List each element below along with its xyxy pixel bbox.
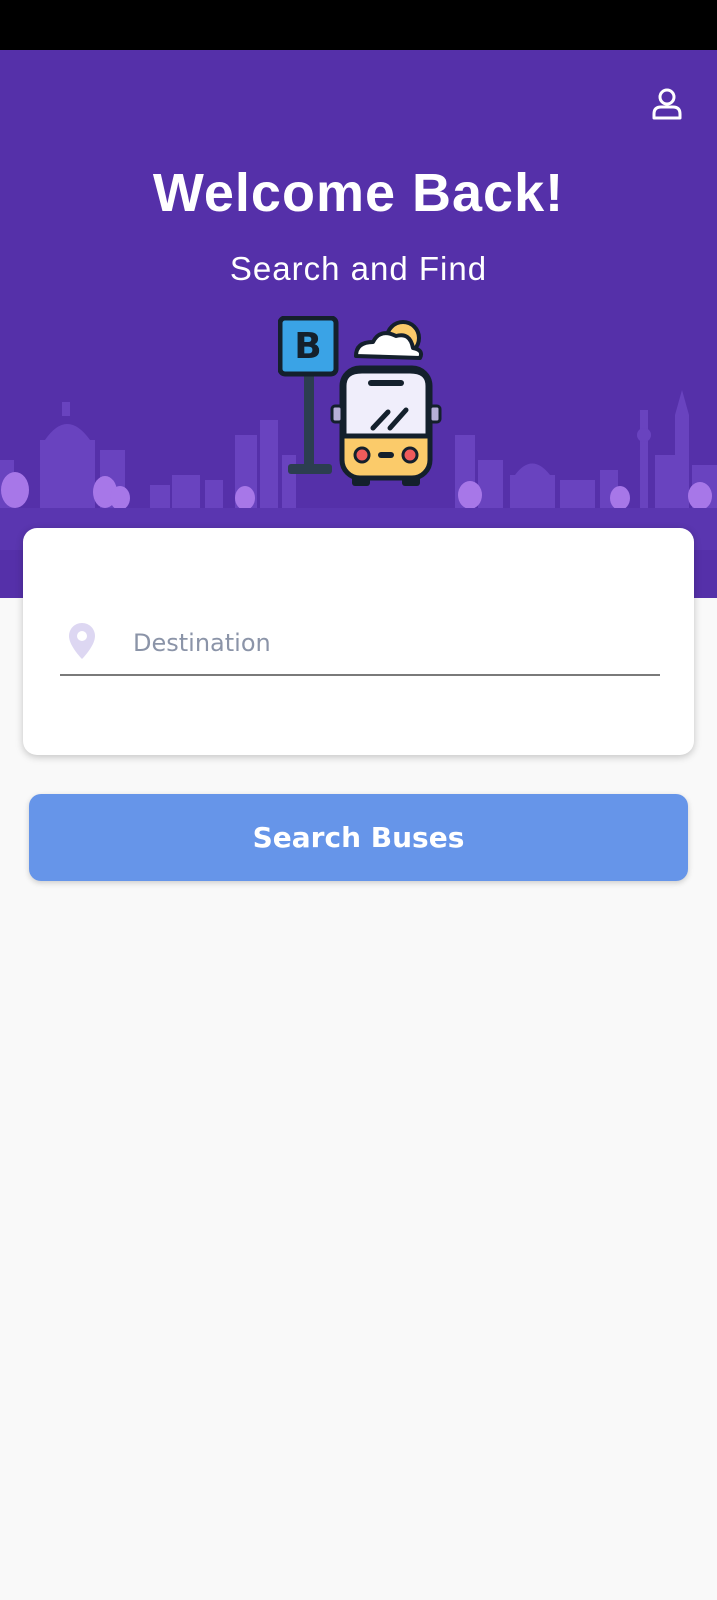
destination-input[interactable]: [133, 624, 653, 662]
destination-field[interactable]: [60, 622, 660, 676]
search-buses-button[interactable]: Search Buses: [29, 794, 688, 881]
page-title: Welcome Back!: [152, 163, 565, 223]
search-card: [23, 528, 694, 755]
location-pin-icon: [69, 623, 95, 659]
bus-stop-illustration: B: [278, 316, 442, 486]
cloud-icon: [354, 320, 424, 360]
svg-text:B: B: [294, 326, 321, 367]
user-icon: [652, 88, 682, 120]
bus-stop-sign-icon: B: [278, 316, 339, 474]
status-bar: [0, 0, 717, 50]
profile-button[interactable]: [647, 84, 687, 124]
header-banner: Welcome Back! Search and Find B: [0, 50, 717, 598]
bus-icon: [330, 365, 442, 486]
page-subtitle: Search and Find: [229, 250, 488, 287]
